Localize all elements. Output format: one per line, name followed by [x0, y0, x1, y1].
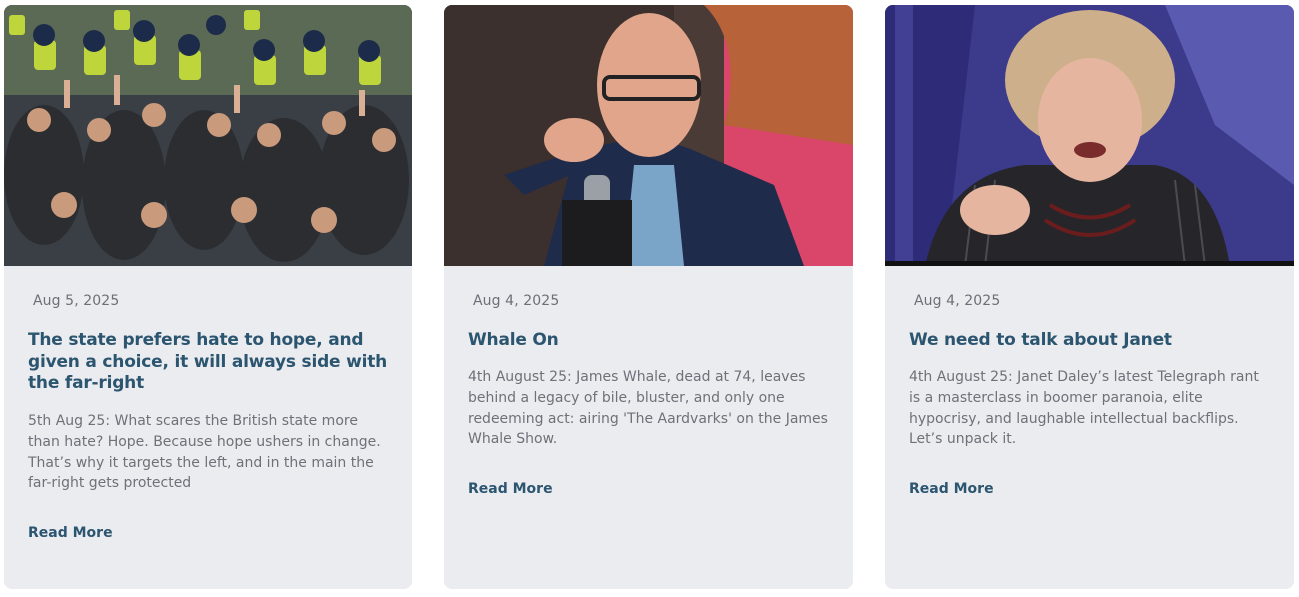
post-title-link[interactable]: Whale On: [468, 330, 833, 352]
post-thumbnail-link[interactable]: [4, 5, 412, 266]
read-more-link[interactable]: Read More: [909, 481, 994, 497]
post-card: Aug 5, 2025 The state prefers hate to ho…: [4, 5, 412, 589]
man-pointing-microphone-photo: [444, 5, 853, 266]
post-excerpt: 4th August 25: James Whale, dead at 74, …: [468, 369, 828, 448]
post-card: Aug 4, 2025 We need to talk about Janet …: [885, 5, 1294, 589]
post-card: Aug 4, 2025 Whale On 4th August 25: Jame…: [444, 5, 853, 589]
post-grid: Aug 5, 2025 The state prefers hate to ho…: [0, 0, 1299, 597]
crowd-protest-photo: [4, 5, 412, 266]
post-date: Aug 4, 2025: [914, 293, 1001, 309]
read-more-link[interactable]: Read More: [468, 481, 553, 497]
woman-speaking-tv-photo: [885, 5, 1294, 266]
post-excerpt: 4th August 25: Janet Daley’s latest Tele…: [909, 369, 1259, 448]
post-date: Aug 5, 2025: [33, 293, 120, 309]
post-title-link[interactable]: We need to talk about Janet: [909, 330, 1274, 352]
post-thumbnail-link[interactable]: [885, 5, 1294, 266]
post-excerpt: 5th Aug 25: What scares the British stat…: [28, 413, 381, 492]
post-date: Aug 4, 2025: [473, 293, 560, 309]
read-more-link[interactable]: Read More: [28, 525, 113, 541]
post-title-link[interactable]: The state prefers hate to hope, and give…: [28, 330, 393, 395]
post-thumbnail-link[interactable]: [444, 5, 853, 266]
